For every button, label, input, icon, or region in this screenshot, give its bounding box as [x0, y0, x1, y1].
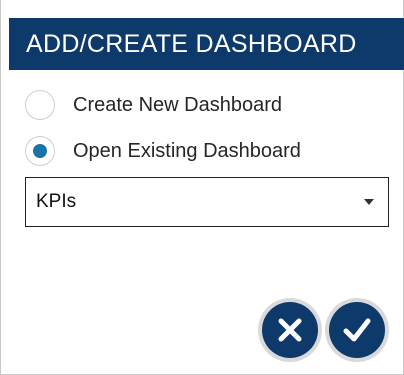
- close-icon: [278, 318, 302, 342]
- add-create-dashboard-dialog: ADD/CREATE DASHBOARD Create New Dashboar…: [0, 0, 404, 375]
- create-new-dashboard-label: Create New Dashboard: [73, 93, 282, 116]
- open-existing-dashboard-label: Open Existing Dashboard: [73, 139, 301, 162]
- dashboard-select[interactable]: KPIs: [25, 177, 389, 227]
- create-new-dashboard-option[interactable]: Create New Dashboard: [25, 88, 282, 122]
- confirm-button[interactable]: [329, 302, 385, 358]
- dialog-title: ADD/CREATE DASHBOARD: [9, 18, 404, 70]
- open-existing-dashboard-radio[interactable]: [25, 136, 55, 166]
- open-existing-dashboard-option[interactable]: Open Existing Dashboard: [25, 134, 301, 168]
- create-new-dashboard-radio[interactable]: [25, 90, 55, 120]
- chevron-down-icon: [364, 199, 374, 205]
- check-icon: [343, 318, 371, 342]
- dashboard-select-value: KPIs: [36, 191, 77, 212]
- cancel-button[interactable]: [262, 302, 318, 358]
